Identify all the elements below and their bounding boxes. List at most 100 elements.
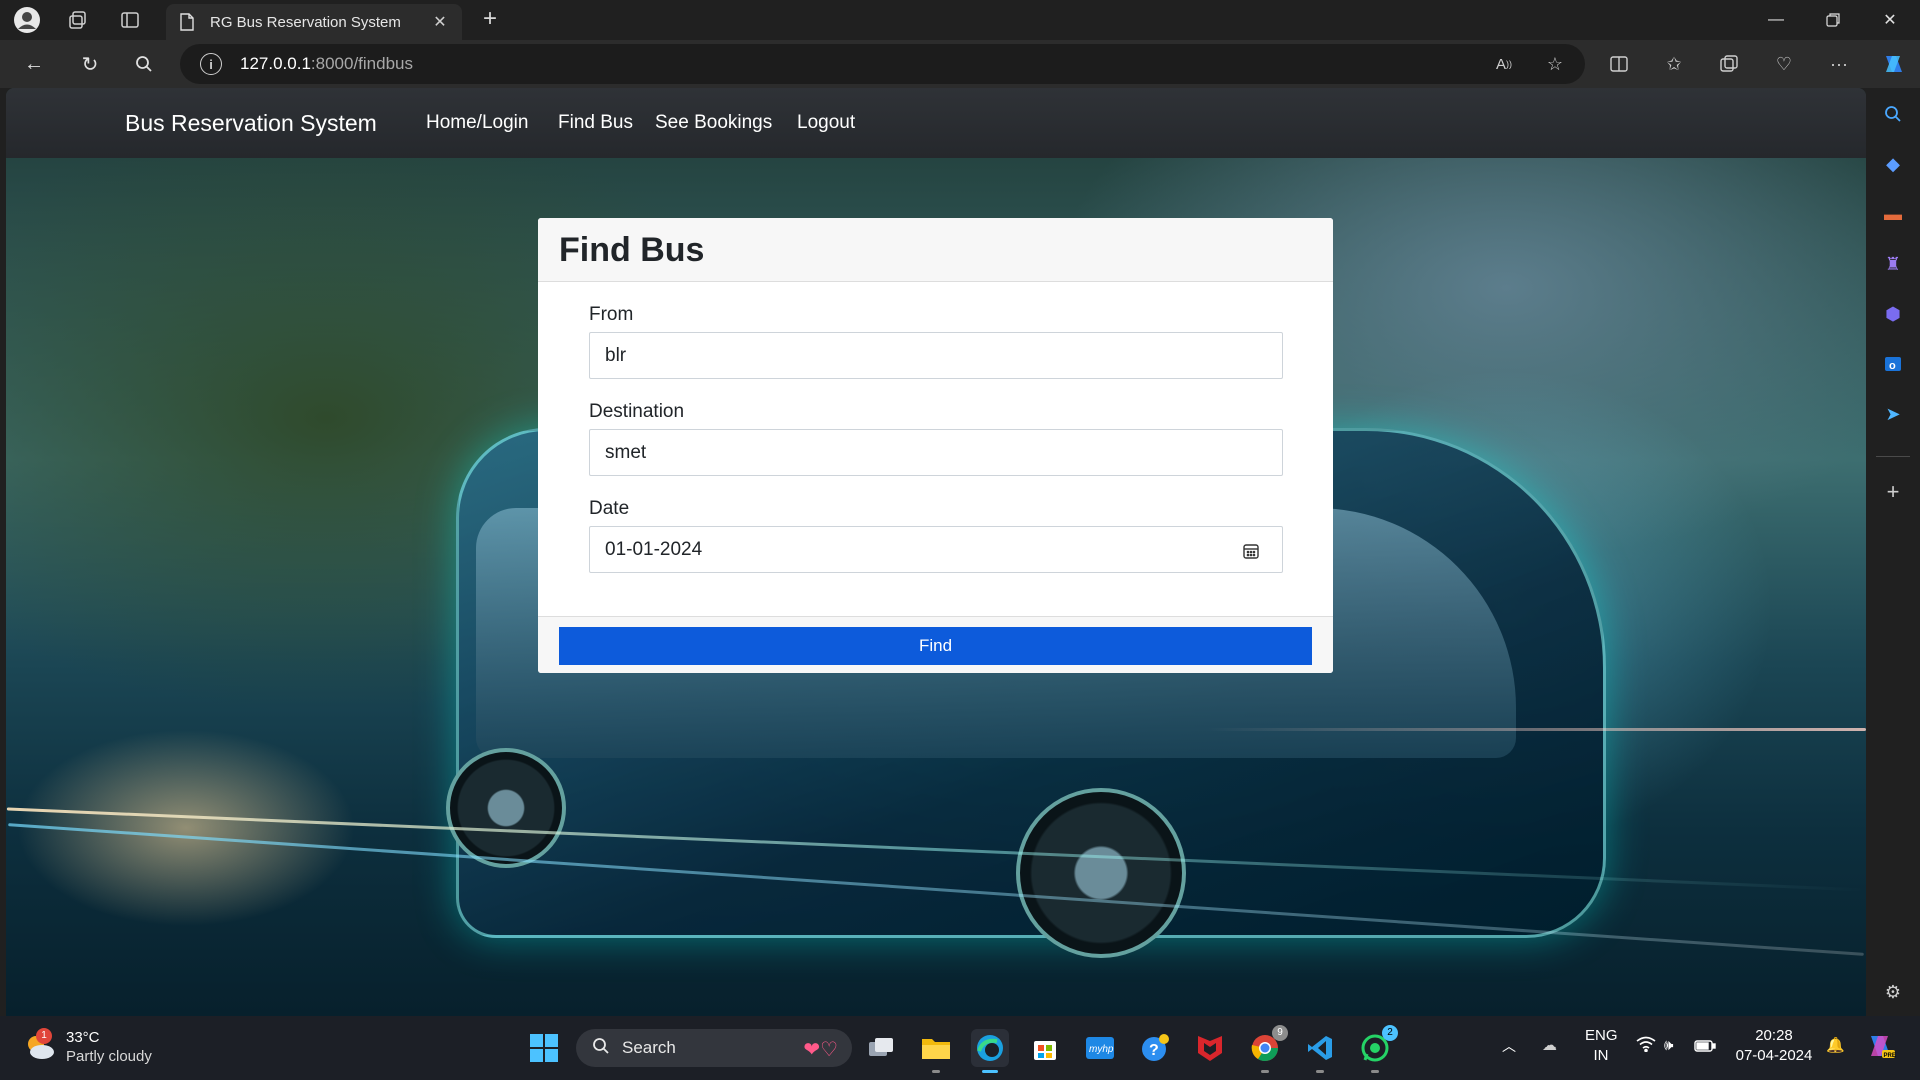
find-bus-card: Find Bus From Destination Date Find: [538, 218, 1333, 673]
svg-text:o: o: [1889, 360, 1896, 372]
active-indicator: [982, 1070, 998, 1073]
nav-link-logout[interactable]: Logout: [797, 112, 855, 134]
reload-icon[interactable]: ↻: [73, 48, 107, 80]
navbar-brand[interactable]: Bus Reservation System: [125, 110, 377, 137]
browser-essentials-icon[interactable]: ♡: [1770, 50, 1798, 78]
svg-text:PRE: PRE: [1884, 1053, 1896, 1059]
sidebar-settings-icon[interactable]: ⚙: [1879, 978, 1907, 1006]
copilot-taskbar-icon[interactable]: PRE: [1866, 1032, 1896, 1066]
microsoft-store-icon[interactable]: [1026, 1029, 1064, 1067]
notifications-bell-icon[interactable]: 🔔: [1826, 1036, 1845, 1056]
region-code: IN: [1593, 1047, 1609, 1064]
clock-date: 07-04-2024: [1735, 1047, 1813, 1064]
nav-link-find-bus[interactable]: Find Bus: [558, 112, 633, 134]
from-input[interactable]: [589, 332, 1283, 379]
volume-icon[interactable]: 🕪: [1664, 1036, 1673, 1056]
browser-toolbar: ← ↻ i 127.0.0.1:8000/findbus A)) ☆ ✩ ♡ ·…: [0, 40, 1920, 88]
games-icon[interactable]: ♜: [1879, 250, 1907, 278]
collections-icon[interactable]: [1715, 50, 1743, 78]
split-screen-icon[interactable]: [1605, 50, 1633, 78]
clock-time: 20:28: [1755, 1027, 1793, 1044]
get-help-icon[interactable]: ?: [1136, 1029, 1174, 1067]
svg-text:?: ?: [1149, 1042, 1159, 1059]
running-indicator: [1371, 1070, 1379, 1073]
windows-taskbar: 1 33°C Partly cloudy Search ❤♡ myhp ? 9 …: [0, 1016, 1920, 1080]
sidebar-divider: [1876, 456, 1910, 457]
show-hidden-icons[interactable]: ︿: [1502, 1036, 1516, 1056]
browser-tab-active[interactable]: RG Bus Reservation System ✕: [166, 4, 462, 40]
running-indicator: [932, 1070, 940, 1073]
chrome-icon[interactable]: 9: [1246, 1025, 1288, 1073]
shopping-tag-icon[interactable]: ◆: [1879, 150, 1907, 178]
file-explorer-icon[interactable]: [917, 1029, 955, 1073]
running-indicator: [1261, 1070, 1269, 1073]
close-window-icon[interactable]: ✕: [1862, 0, 1918, 40]
task-view-icon[interactable]: [862, 1029, 900, 1067]
search-icon[interactable]: [127, 48, 161, 80]
send-icon[interactable]: ➤: [1879, 400, 1907, 428]
site-info-icon[interactable]: i: [200, 53, 222, 75]
new-tab-button[interactable]: +: [476, 6, 504, 34]
date-input[interactable]: [589, 526, 1283, 573]
restore-icon[interactable]: [1805, 0, 1861, 40]
page-viewport: Bus Reservation System Home/Login Find B…: [6, 88, 1866, 1016]
mcafee-icon[interactable]: [1191, 1029, 1229, 1067]
edge-icon[interactable]: [971, 1029, 1009, 1073]
background-bus-wheel: [1016, 788, 1186, 958]
whatsapp-badge: 2: [1382, 1025, 1398, 1041]
onedrive-icon[interactable]: ☁: [1542, 1036, 1557, 1056]
vscode-icon[interactable]: [1301, 1029, 1339, 1073]
more-options-icon[interactable]: ···: [1825, 50, 1853, 78]
profile-icon[interactable]: [11, 6, 43, 34]
add-sidebar-app-icon[interactable]: +: [1879, 478, 1907, 506]
svg-text:myhp: myhp: [1089, 1044, 1114, 1055]
favorites-icon[interactable]: ✩: [1660, 50, 1688, 78]
nav-link-home-login[interactable]: Home/Login: [426, 112, 528, 134]
weather-widget[interactable]: 1 33°C Partly cloudy: [22, 1028, 152, 1066]
vertical-tabs-icon[interactable]: [114, 6, 146, 34]
calendar-icon[interactable]: [1242, 542, 1260, 560]
wifi-icon[interactable]: [1636, 1036, 1656, 1058]
app-navbar: Bus Reservation System Home/Login Find B…: [6, 88, 1866, 158]
battery-icon[interactable]: [1694, 1038, 1716, 1058]
whatsapp-icon[interactable]: 2: [1356, 1025, 1398, 1073]
workspaces-icon[interactable]: [62, 6, 94, 34]
start-button[interactable]: [525, 1029, 563, 1067]
search-highlight-icon: ❤♡: [803, 1039, 838, 1061]
weather-alert-badge: 1: [36, 1028, 52, 1044]
background-bus-wheel: [446, 748, 566, 868]
browser-titlebar: RG Bus Reservation System ✕ + — ✕: [0, 0, 1920, 40]
favorite-star-icon[interactable]: ☆: [1541, 50, 1569, 78]
search-icon: [592, 1037, 610, 1060]
url-host: 127.0.0.1: [240, 54, 311, 73]
from-label: From: [589, 304, 634, 325]
tab-title: RG Bus Reservation System: [210, 13, 401, 31]
taskbar-search[interactable]: Search ❤♡: [576, 1029, 852, 1067]
find-button[interactable]: Find: [559, 627, 1312, 665]
language-indicator[interactable]: ENG IN: [1585, 1026, 1618, 1066]
nav-link-see-bookings[interactable]: See Bookings: [655, 112, 772, 134]
address-bar[interactable]: i 127.0.0.1:8000/findbus: [180, 44, 1585, 84]
read-aloud-icon[interactable]: A)): [1490, 50, 1518, 78]
microsoft-365-icon[interactable]: ⬢: [1879, 300, 1907, 328]
card-title: Find Bus: [559, 231, 705, 269]
tools-briefcase-icon[interactable]: ▬: [1879, 200, 1907, 228]
minimize-icon[interactable]: —: [1748, 0, 1804, 40]
back-icon[interactable]: ←: [17, 48, 51, 80]
outlook-icon[interactable]: o: [1879, 350, 1907, 378]
partly-cloudy-icon: 1: [22, 1028, 58, 1062]
language-code: ENG: [1585, 1027, 1618, 1044]
destination-input[interactable]: [589, 429, 1283, 476]
weather-temperature: 33°C: [66, 1029, 100, 1046]
close-tab-icon[interactable]: ✕: [430, 12, 450, 32]
sidebar-search-icon[interactable]: [1879, 100, 1907, 128]
date-label: Date: [589, 498, 630, 519]
light-streak: [1206, 728, 1866, 731]
clock[interactable]: 20:28 07-04-2024: [1734, 1026, 1814, 1066]
myhp-icon[interactable]: myhp: [1081, 1029, 1119, 1067]
copilot-icon[interactable]: [1880, 50, 1908, 78]
edge-sidebar: ◆ ▬ ♜ ⬢ o ➤ + ⚙: [1866, 88, 1920, 1016]
card-footer: Find: [538, 616, 1333, 673]
weather-description: Partly cloudy: [66, 1048, 152, 1065]
running-indicator: [1316, 1070, 1324, 1073]
